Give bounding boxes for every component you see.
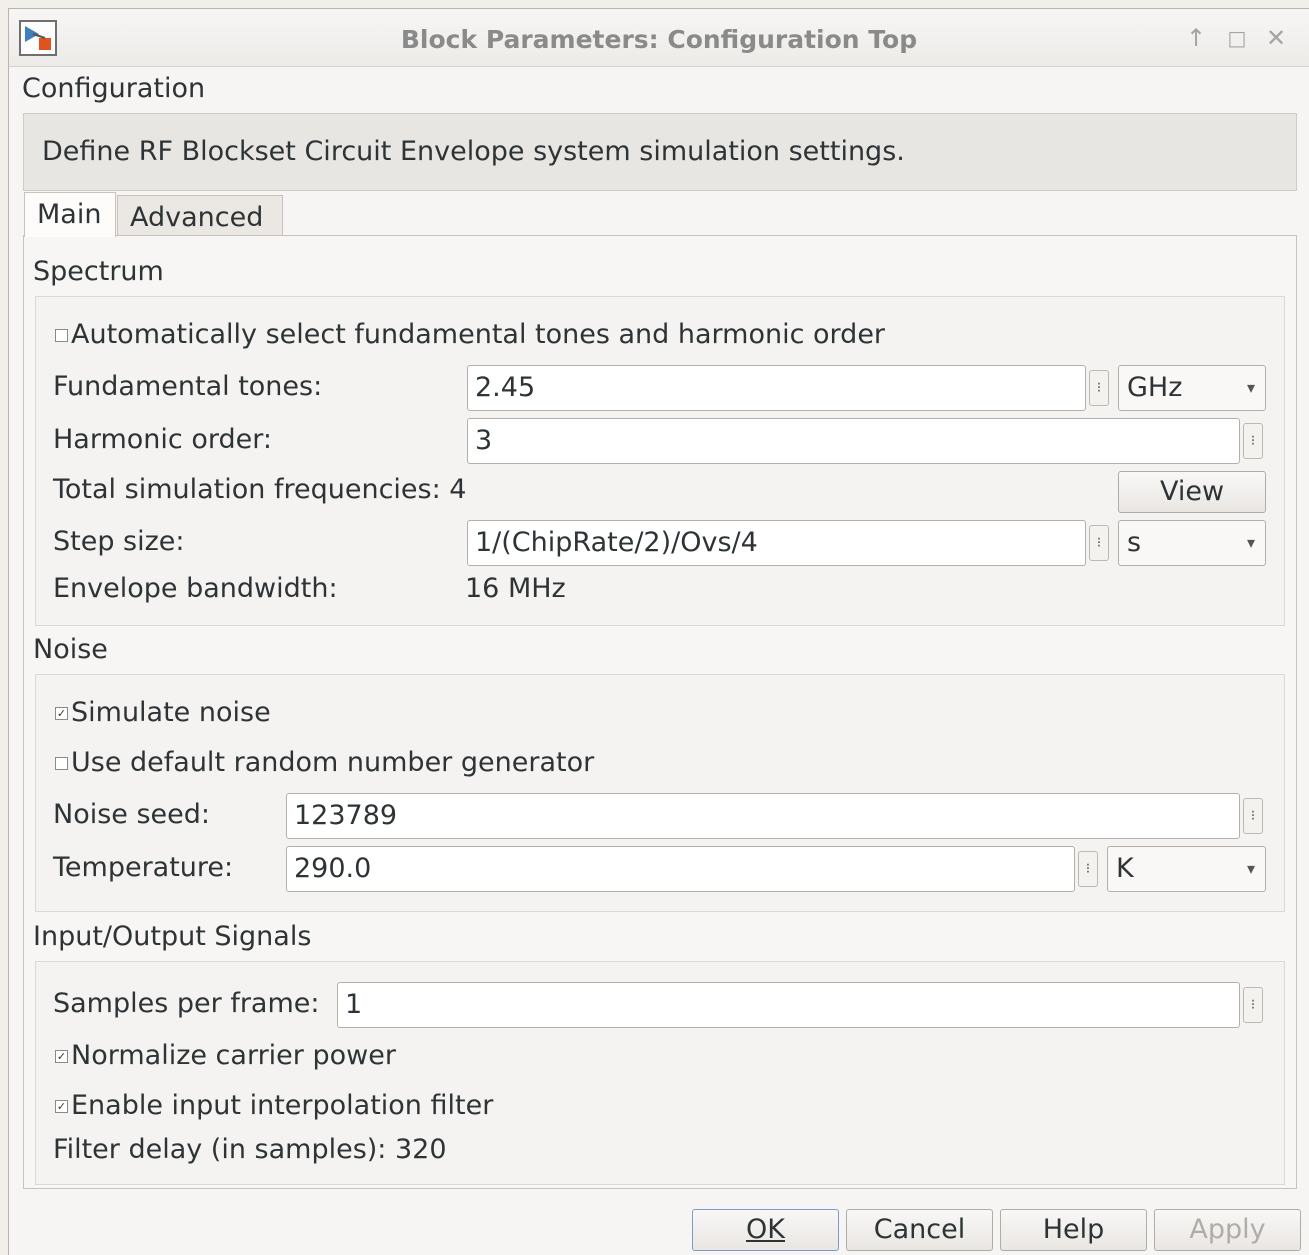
harmonic-order-more-icon[interactable]: ⁝ — [1243, 423, 1263, 459]
simulate-noise-checkbox[interactable]: ✓ — [55, 707, 68, 720]
ok-button-label: OK — [746, 1214, 785, 1245]
noise-heading: Noise — [33, 634, 108, 665]
cancel-button[interactable]: Cancel — [846, 1209, 993, 1251]
description-text: Define RF Blockset Circuit Envelope syst… — [42, 136, 905, 167]
ok-button[interactable]: OK — [692, 1209, 839, 1251]
fundamental-tones-unit-dropdown[interactable]: GHz ▾ — [1118, 365, 1266, 411]
chevron-down-icon: ▾ — [1246, 378, 1255, 397]
spectrum-heading: Spectrum — [33, 256, 164, 287]
pin-icon[interactable]: ↑ — [1181, 23, 1211, 53]
temperature-unit-dropdown[interactable]: K ▾ — [1107, 846, 1266, 892]
temperature-unit: K — [1116, 853, 1134, 884]
temperature-input[interactable]: 290.0 — [286, 846, 1075, 892]
temperature-more-icon[interactable]: ⁝ — [1078, 851, 1098, 887]
envelope-bandwidth-value: 16 MHz — [465, 573, 566, 604]
window-title: Block Parameters: Configuration Top — [400, 25, 918, 54]
auto-select-label: Automatically select fundamental tones a… — [71, 319, 886, 350]
harmonic-order-label: Harmonic order: — [53, 424, 272, 455]
interp-filter-label: Enable input interpolation filter — [71, 1090, 494, 1121]
spectrum-group: Automatically select fundamental tones a… — [35, 296, 1285, 626]
step-size-unit: s — [1127, 527, 1142, 558]
interp-filter-checkbox[interactable]: ✓ — [55, 1100, 68, 1113]
help-button[interactable]: Help — [1000, 1209, 1147, 1251]
chevron-down-icon: ▾ — [1246, 533, 1255, 552]
temperature-label: Temperature: — [53, 852, 234, 883]
step-size-label: Step size: — [53, 526, 185, 557]
envelope-bandwidth-label: Envelope bandwidth: — [53, 573, 338, 604]
tab-advanced-label: Advanced — [130, 202, 264, 233]
description-panel: Define RF Blockset Circuit Envelope syst… — [23, 113, 1297, 191]
fundamental-tones-input[interactable]: 2.45 — [467, 365, 1086, 411]
chevron-down-icon: ▾ — [1246, 859, 1255, 878]
step-size-more-icon[interactable]: ⁝ — [1089, 525, 1109, 561]
noise-seed-input[interactable]: 123789 — [286, 793, 1240, 839]
fundamental-tones-label: Fundamental tones: — [53, 371, 323, 402]
samples-per-frame-more-icon[interactable]: ⁝ — [1243, 987, 1263, 1023]
normalize-power-checkbox[interactable]: ✓ — [55, 1050, 68, 1063]
page-title: Configuration — [22, 73, 206, 104]
noise-group: ✓ Simulate noise Use default random numb… — [35, 674, 1285, 912]
tab-advanced[interactable]: Advanced — [117, 195, 283, 237]
cancel-button-label: Cancel — [873, 1214, 966, 1245]
filter-delay-label: Filter delay (in samples): 320 — [53, 1134, 447, 1165]
view-button[interactable]: View — [1118, 471, 1266, 513]
step-size-unit-dropdown[interactable]: s ▾ — [1118, 520, 1266, 566]
samples-per-frame-input[interactable]: 1 — [337, 982, 1240, 1028]
apply-button[interactable]: Apply — [1154, 1209, 1301, 1251]
harmonic-order-input[interactable]: 3 — [467, 418, 1240, 464]
auto-select-checkbox[interactable] — [55, 329, 68, 342]
apply-button-label: Apply — [1189, 1214, 1266, 1245]
step-size-input[interactable]: 1/(ChipRate/2)/Ovs/4 — [467, 520, 1086, 566]
default-rng-label: Use default random number generator — [71, 747, 595, 778]
tab-panel-main: Spectrum Automatically select fundamenta… — [23, 235, 1297, 1189]
tab-main[interactable]: Main — [24, 192, 116, 237]
maximize-icon[interactable]: □ — [1222, 23, 1252, 53]
noise-seed-label: Noise seed: — [53, 799, 211, 830]
simulate-noise-label: Simulate noise — [71, 697, 271, 728]
tab-main-label: Main — [37, 199, 102, 230]
io-group: Samples per frame: 1 ⁝ ✓ Normalize carri… — [35, 961, 1285, 1185]
close-icon[interactable]: ✕ — [1261, 23, 1291, 53]
fundamental-tones-more-icon[interactable]: ⁝ — [1089, 370, 1109, 406]
dialog-window: Block Parameters: Configuration Top ↑ □ … — [8, 8, 1309, 1255]
default-rng-checkbox[interactable] — [55, 757, 68, 770]
normalize-power-label: Normalize carrier power — [71, 1040, 396, 1071]
noise-seed-more-icon[interactable]: ⁝ — [1243, 798, 1263, 834]
fundamental-tones-unit: GHz — [1127, 372, 1183, 403]
total-frequencies-label: Total simulation frequencies: 4 — [53, 474, 467, 505]
samples-per-frame-label: Samples per frame: — [53, 988, 320, 1019]
title-bar[interactable]: Block Parameters: Configuration Top ↑ □ … — [9, 9, 1309, 67]
help-button-label: Help — [1042, 1214, 1105, 1245]
io-heading: Input/Output Signals — [33, 921, 312, 952]
